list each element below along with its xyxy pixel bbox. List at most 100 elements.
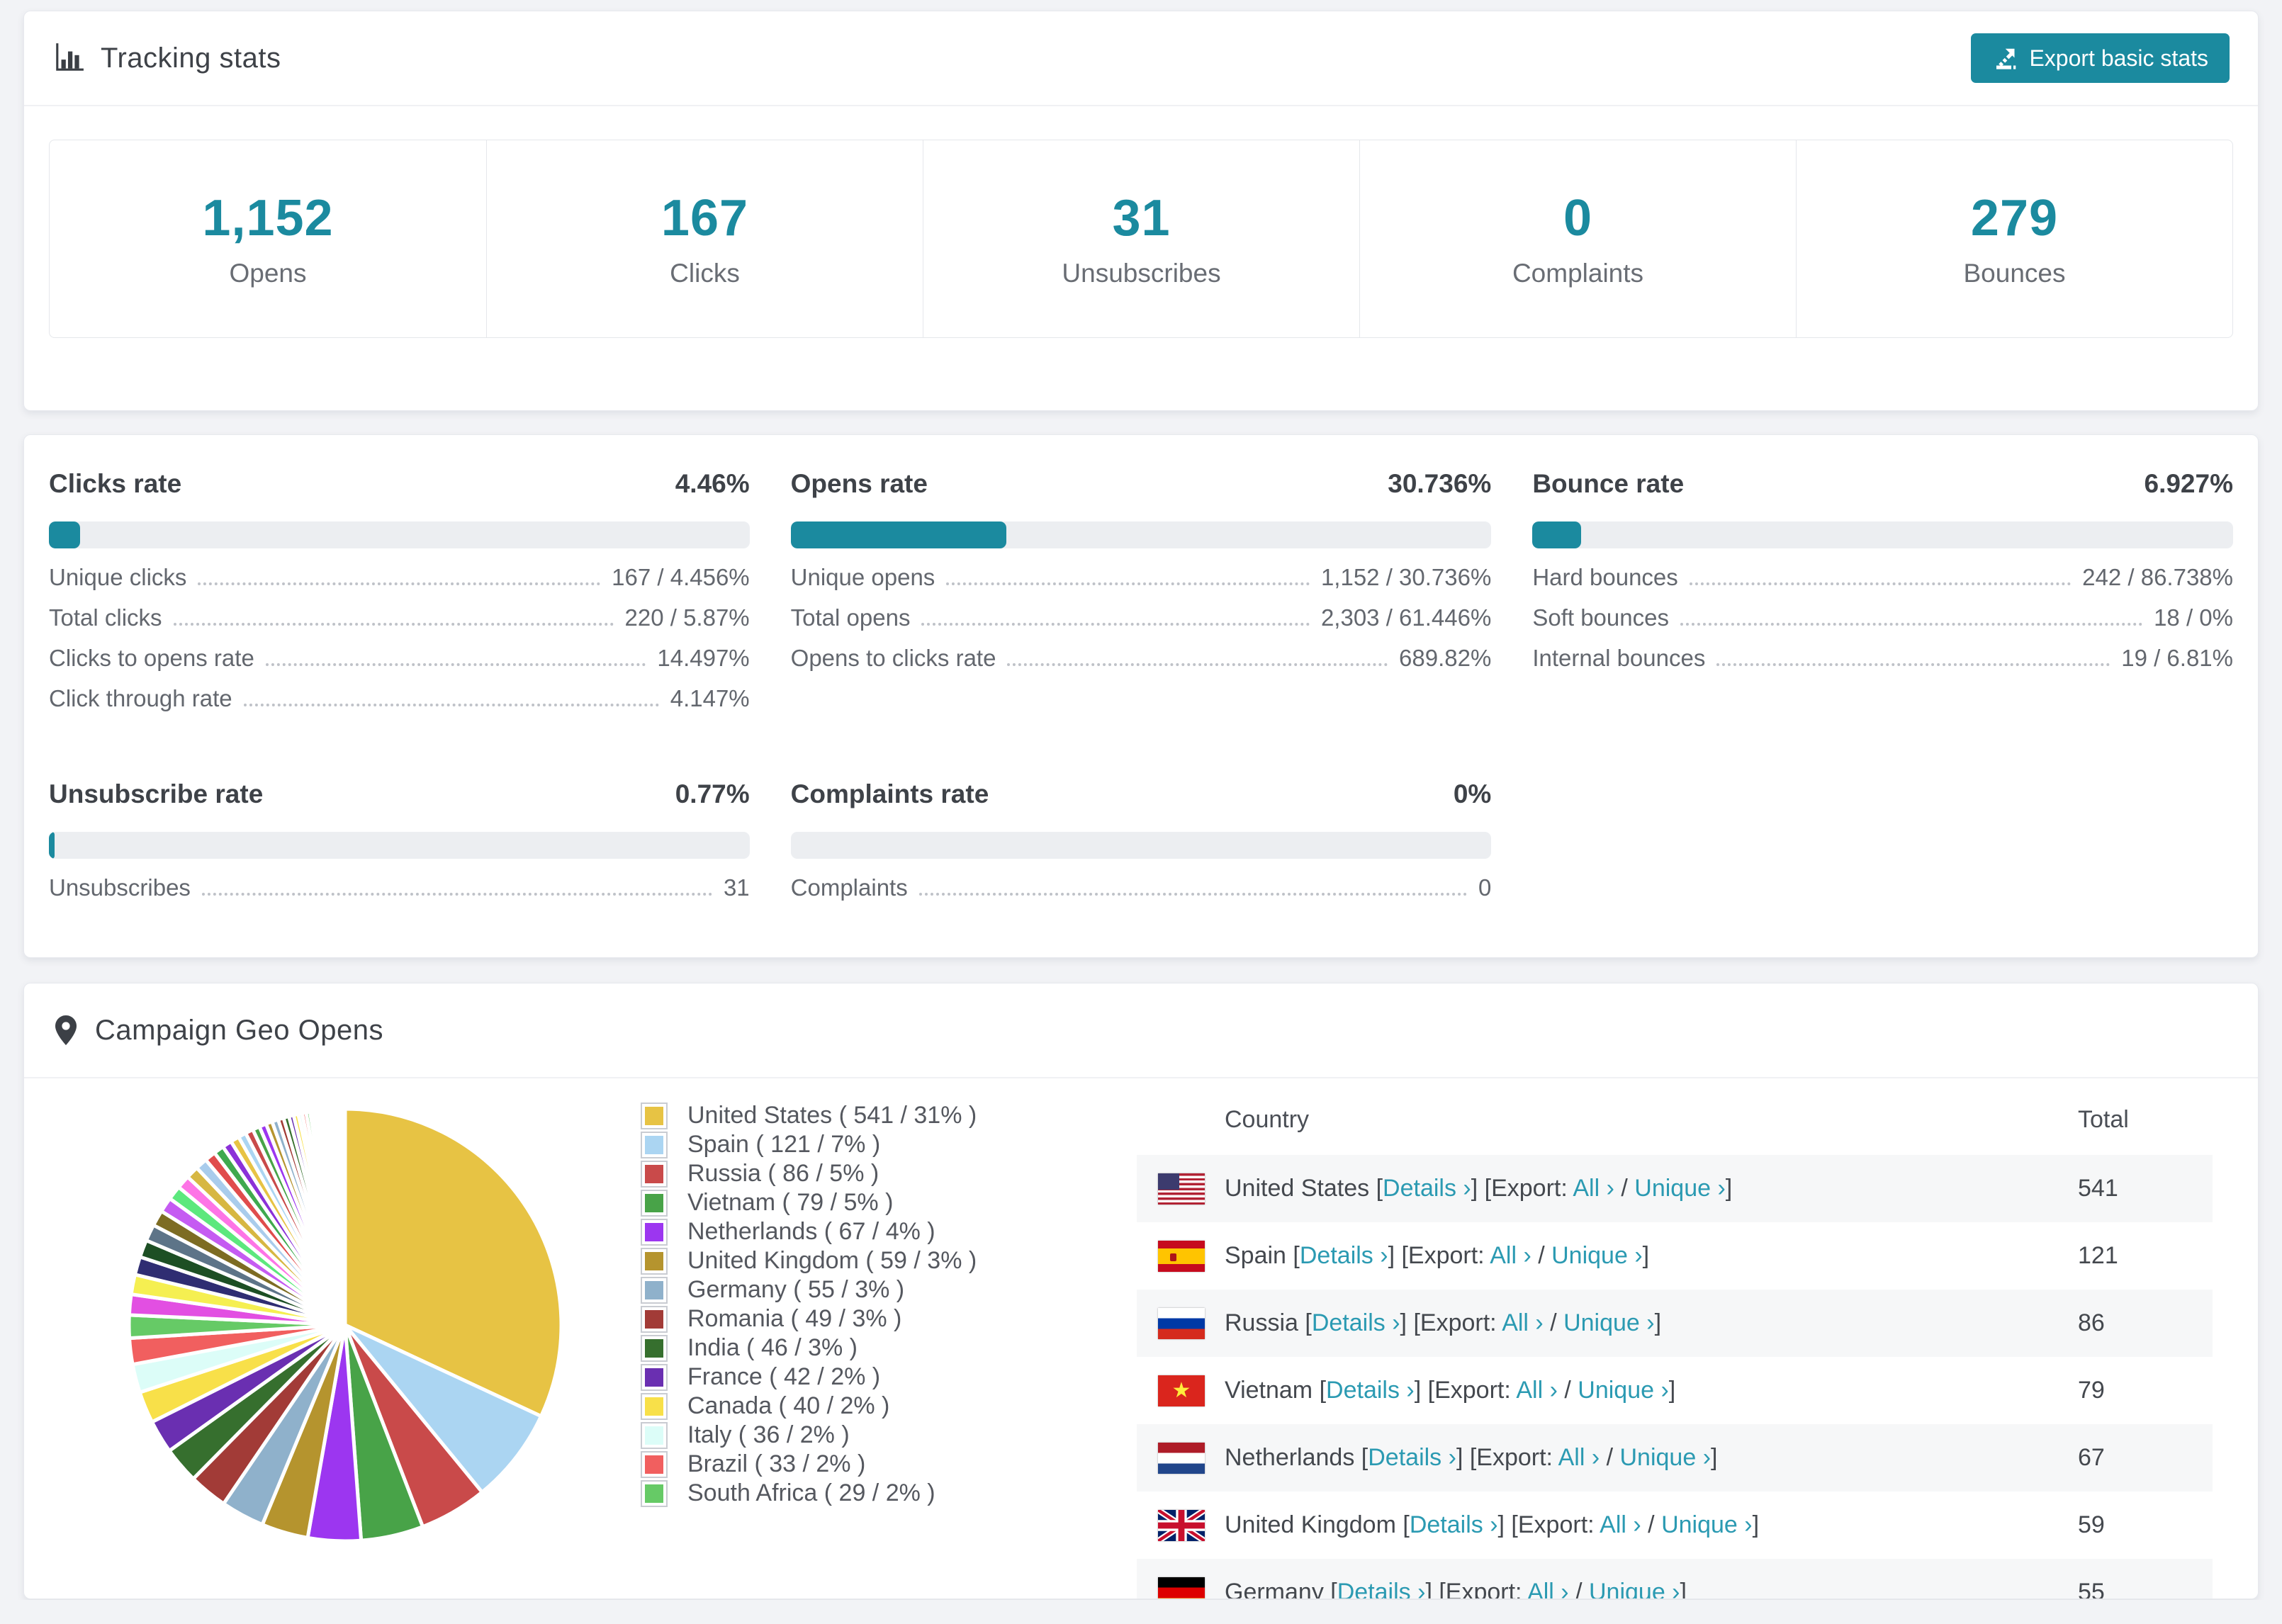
dotted-leader: [921, 623, 1310, 626]
export-all-link[interactable]: All ›: [1558, 1444, 1600, 1471]
details-link[interactable]: Details ›: [1383, 1175, 1471, 1202]
legend-swatch: [641, 1450, 668, 1478]
dotted-leader: [265, 663, 646, 666]
progress-fill: [790, 521, 1006, 548]
details-link[interactable]: Details ›: [1410, 1511, 1498, 1538]
table-row-nl: Netherlands [Details ›] [Export: All › /…: [1137, 1424, 2213, 1492]
country-cell: Russia [Details ›] [Export: All › / Uniq…: [1225, 1309, 1662, 1336]
total-cell: 59: [2078, 1511, 2105, 1538]
dotted-leader: [946, 582, 1310, 585]
rate-row-value: 4.147%: [670, 685, 750, 711]
country-cell: Vietnam [Details ›] [Export: All › / Uni…: [1225, 1377, 1676, 1404]
country-cell: United Kingdom [Details ›] [Export: All …: [1225, 1511, 1760, 1538]
export-unique-link[interactable]: Unique ›: [1634, 1175, 1726, 1202]
export-unique-link[interactable]: Unique ›: [1563, 1309, 1655, 1336]
export-all-link[interactable]: All ›: [1516, 1377, 1558, 1404]
country-name: Netherlands: [1225, 1444, 1355, 1471]
export-button-label: Export basic stats: [2029, 45, 2208, 71]
details-link[interactable]: Details ›: [1337, 1579, 1426, 1598]
rate-row-label: Unique opens: [790, 564, 935, 590]
country-name: Spain: [1225, 1242, 1286, 1269]
legend-swatch: [641, 1334, 668, 1362]
rate-row-value: 2,303 / 61.446%: [1320, 604, 1492, 631]
export-all-link[interactable]: All ›: [1573, 1175, 1614, 1202]
country-name: United Kingdom: [1225, 1511, 1396, 1538]
rate-row-value: 1,152 / 30.736%: [1320, 564, 1492, 590]
total-cell: 55: [2078, 1579, 2105, 1599]
legend-swatch: [641, 1218, 668, 1246]
rate-row: Unique clicks 167 / 4.456%: [49, 564, 750, 604]
legend-label: Germany ( 55 / 3% ): [687, 1276, 905, 1303]
legend-swatch: [641, 1305, 668, 1333]
dotted-leader: [1007, 663, 1388, 666]
summary-box-bounces: 279 Bounces: [1796, 140, 2232, 337]
tracking-stats-header: Tracking stats Export basic stats: [24, 11, 2258, 106]
rate-row-label: Complaints: [790, 874, 908, 901]
export-prefix: Export:: [1476, 1444, 1553, 1471]
rate-row-label: Unique clicks: [49, 564, 187, 590]
page-title: Tracking stats: [101, 42, 281, 74]
rate-row-label: Click through rate: [49, 685, 232, 711]
legend-item-russia: Russia ( 86 / 5% ): [641, 1159, 1137, 1188]
legend-label: Canada ( 40 / 2% ): [687, 1392, 890, 1419]
rate-value: 0.77%: [675, 779, 750, 808]
export-all-link[interactable]: All ›: [1527, 1579, 1569, 1598]
page-bottom-gap: [0, 1600, 2282, 1624]
rate-title: Unsubscribe rate: [49, 779, 264, 808]
dotted-leader: [243, 704, 659, 706]
total-cell: 67: [2078, 1444, 2105, 1471]
table-row-de: Germany [Details ›] [Export: All › / Uni…: [1137, 1559, 2213, 1599]
flag-nl-icon: [1158, 1442, 1205, 1474]
export-prefix: Export:: [1491, 1175, 1568, 1202]
export-all-link[interactable]: All ›: [1502, 1309, 1544, 1336]
geo-content: United States ( 541 / 31% ) Spain ( 121 /…: [24, 1078, 2258, 1599]
dotted-leader: [918, 893, 1467, 896]
legend-label: India ( 46 / 3% ): [687, 1334, 858, 1361]
rate-row: Total opens 2,303 / 61.446%: [791, 604, 1492, 645]
export-all-link[interactable]: All ›: [1600, 1511, 1641, 1538]
legend-swatch: [641, 1276, 668, 1304]
progress-track: [1532, 521, 2233, 548]
rate-row: Hard bounces 242 / 86.738%: [1532, 564, 2233, 604]
legend-label: Netherlands ( 67 / 4% ): [687, 1218, 935, 1245]
export-unique-link[interactable]: Unique ›: [1620, 1444, 1712, 1471]
details-link[interactable]: Details ›: [1312, 1309, 1400, 1336]
legend-swatch: [641, 1160, 668, 1188]
table-row-vn: ★ Vietnam [Details ›] [Export: All › / Un…: [1137, 1357, 2213, 1424]
details-link[interactable]: Details ›: [1300, 1242, 1388, 1269]
export-unique-link[interactable]: Unique ›: [1661, 1511, 1753, 1538]
details-link[interactable]: Details ›: [1326, 1377, 1415, 1404]
flag-ru-icon: [1158, 1307, 1205, 1339]
export-all-link[interactable]: All ›: [1490, 1242, 1531, 1269]
rate-row-label: Total opens: [790, 604, 911, 631]
column-header-country: Country: [1225, 1105, 1310, 1133]
export-prefix: Export:: [1434, 1377, 1511, 1404]
rate-row-label: Unsubscribes: [49, 874, 191, 901]
rate-row: Unsubscribes 31: [49, 874, 750, 915]
campaign-geo-opens-card: Campaign Geo Opens United States ( 541 /…: [23, 983, 2259, 1599]
export-prefix: Export:: [1445, 1579, 1522, 1599]
progress-fill: [49, 521, 81, 548]
rate-row-label: Total clicks: [49, 604, 162, 631]
legend-item-united-kingdom: United Kingdom ( 59 / 3% ): [641, 1246, 1137, 1275]
dotted-leader: [1716, 663, 2110, 666]
rate-row: Soft bounces 18 / 0%: [1532, 604, 2233, 645]
export-unique-link[interactable]: Unique ›: [1551, 1242, 1643, 1269]
rate-row: Unique opens 1,152 / 30.736%: [791, 564, 1492, 604]
geo-pie-legend: United States ( 541 / 31% ) Spain ( 121 /…: [641, 1078, 1137, 1508]
rate-row-value: 0: [1478, 874, 1492, 901]
rate-row: Clicks to opens rate 14.497%: [49, 645, 750, 685]
legend-swatch: [641, 1421, 668, 1449]
rate-row-value: 242 / 86.738%: [2082, 564, 2233, 590]
details-link[interactable]: Details ›: [1368, 1444, 1456, 1471]
geo-table-header: Country Total: [1137, 1084, 2213, 1155]
export-unique-link[interactable]: Unique ›: [1589, 1579, 1680, 1598]
rates-grid: Clicks rate 4.46% Unique clicks 167 / 4.456…: [49, 469, 2233, 915]
dotted-leader: [198, 582, 601, 585]
legend-item-brazil: Brazil ( 33 / 2% ): [641, 1450, 1137, 1479]
table-row-es: Spain [Details ›] [Export: All › / Uniqu…: [1137, 1222, 2213, 1290]
export-basic-stats-button[interactable]: Export basic stats: [1971, 33, 2230, 83]
export-prefix: Export:: [1420, 1309, 1497, 1336]
legend-swatch: [641, 1392, 668, 1420]
export-unique-link[interactable]: Unique ›: [1578, 1377, 1669, 1404]
